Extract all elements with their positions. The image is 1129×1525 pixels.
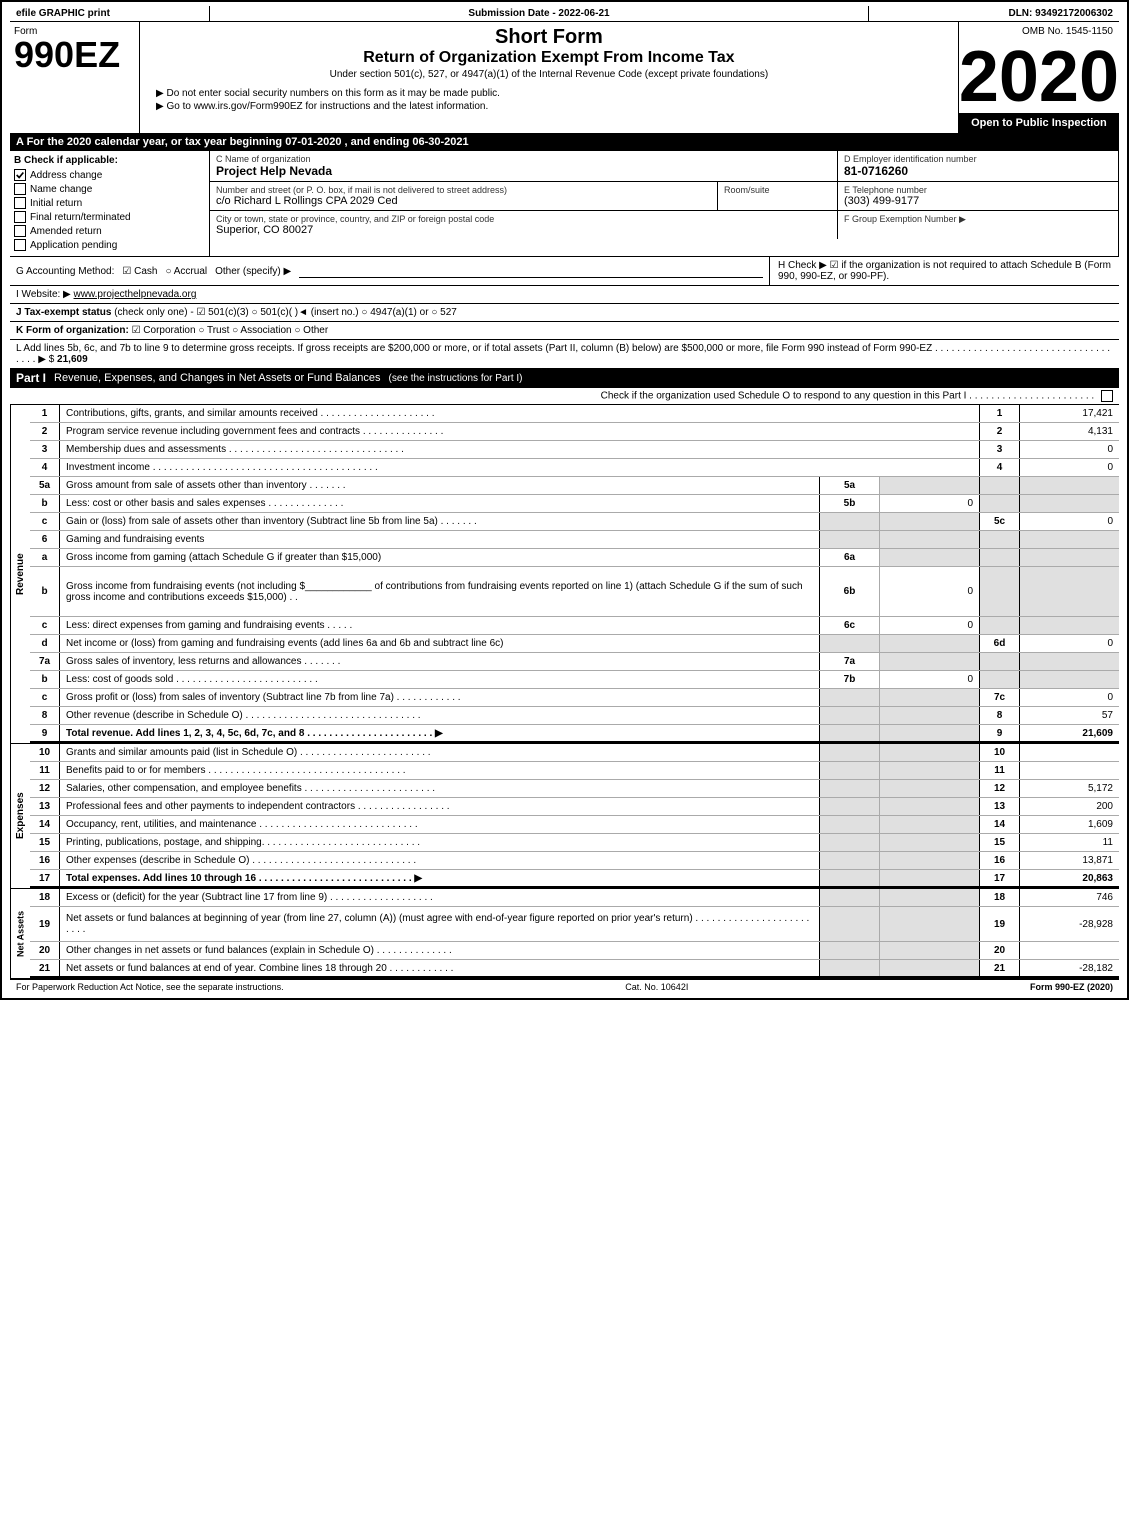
- check-h-box: H Check ▶ ☑ if the organization is not r…: [769, 257, 1119, 285]
- form-org-row: K Form of organization: ☑ Corporation ○ …: [10, 322, 1119, 340]
- table-row: b Gross income from fundraising events (…: [30, 567, 1119, 617]
- schedule-o-checkbox[interactable]: [1101, 390, 1113, 402]
- accounting-method-row: G Accounting Method: ☑ Cash ○ Accrual Ot…: [10, 257, 769, 285]
- table-row: c Gain or (loss) from sale of assets oth…: [30, 513, 1119, 531]
- application-pending-check[interactable]: Application pending: [14, 238, 205, 252]
- section-b: B Check if applicable: Address change Na…: [10, 151, 210, 256]
- note-l-row: L Add lines 5b, 6c, and 7b to line 9 to …: [10, 340, 1119, 369]
- final-return-check[interactable]: Final return/terminated: [14, 210, 205, 224]
- application-pending-checkbox[interactable]: [14, 239, 26, 251]
- table-row: 16 Other expenses (describe in Schedule …: [30, 852, 1119, 870]
- table-row: 19 Net assets or fund balances at beginn…: [30, 907, 1119, 942]
- group-exempt-box: F Group Exemption Number ▶: [838, 211, 1118, 239]
- table-row: 2 Program service revenue including gove…: [30, 423, 1119, 441]
- form-number-box: Form 990EZ: [10, 22, 140, 133]
- amended-return-checkbox[interactable]: [14, 225, 26, 237]
- org-name-box: C Name of organization Project Help Neva…: [210, 151, 838, 181]
- final-return-checkbox[interactable]: [14, 211, 26, 223]
- expenses-label: Expenses: [10, 744, 30, 888]
- ein-box: D Employer identification number 81-0716…: [838, 151, 1118, 181]
- header-main: Short Form Return of Organization Exempt…: [140, 22, 959, 133]
- table-row: 3 Membership dues and assessments . . . …: [30, 441, 1119, 459]
- initial-return-check[interactable]: Initial return: [14, 196, 205, 210]
- net-assets-section: Net Assets 18 Excess or (deficit) for th…: [10, 889, 1119, 979]
- table-row: c Less: direct expenses from gaming and …: [30, 617, 1119, 635]
- dln-label: DLN: 93492172006302: [869, 6, 1119, 21]
- table-row: 20 Other changes in net assets or fund b…: [30, 942, 1119, 960]
- table-row: 9 Total revenue. Add lines 1, 2, 3, 4, 5…: [30, 725, 1119, 743]
- net-assets-label: Net Assets: [10, 889, 30, 978]
- revenue-section: Revenue 1 Contributions, gifts, grants, …: [10, 405, 1119, 744]
- table-row: 5a Gross amount from sale of assets othe…: [30, 477, 1119, 495]
- table-row: 8 Other revenue (describe in Schedule O)…: [30, 707, 1119, 725]
- revenue-label: Revenue: [10, 405, 30, 743]
- open-to-public-badge: Open to Public Inspection: [959, 113, 1119, 133]
- year-box: OMB No. 1545-1150 2020 Open to Public In…: [959, 22, 1119, 133]
- address-change-check[interactable]: Address change: [14, 168, 205, 182]
- table-row: 21 Net assets or fund balances at end of…: [30, 960, 1119, 978]
- table-row: 11 Benefits paid to or for members . . .…: [30, 762, 1119, 780]
- footer: For Paperwork Reduction Act Notice, see …: [10, 979, 1119, 994]
- city-state-box: City or town, state or province, country…: [210, 211, 838, 239]
- table-row: 1 Contributions, gifts, grants, and simi…: [30, 405, 1119, 423]
- table-row: a Gross income from gaming (attach Sched…: [30, 549, 1119, 567]
- table-row: 18 Excess or (deficit) for the year (Sub…: [30, 889, 1119, 907]
- address-change-checkbox[interactable]: [14, 169, 26, 181]
- table-row: d Net income or (loss) from gaming and f…: [30, 635, 1119, 653]
- table-row: 10 Grants and similar amounts paid (list…: [30, 744, 1119, 762]
- expenses-section: Expenses 10 Grants and similar amounts p…: [10, 744, 1119, 889]
- table-row: 4 Investment income . . . . . . . . . . …: [30, 459, 1119, 477]
- table-row: c Gross profit or (loss) from sales of i…: [30, 689, 1119, 707]
- table-row: 17 Total expenses. Add lines 10 through …: [30, 870, 1119, 888]
- tax-exempt-row: J Tax-exempt status (check only one) - ☑…: [10, 304, 1119, 322]
- room-box: Room/suite: [718, 182, 838, 210]
- table-row: 13 Professional fees and other payments …: [30, 798, 1119, 816]
- do-not-enter-notice: ▶ Do not enter social security numbers o…: [156, 88, 950, 99]
- efile-label: efile GRAPHIC print: [10, 6, 210, 21]
- initial-return-checkbox[interactable]: [14, 197, 26, 209]
- schedule-o-check-row: Check if the organization used Schedule …: [10, 388, 1119, 405]
- part1-header: Part I Revenue, Expenses, and Changes in…: [10, 369, 1119, 388]
- name-change-checkbox[interactable]: [14, 183, 26, 195]
- tax-year-row: A For the 2020 calendar year, or tax yea…: [10, 134, 1119, 151]
- table-row: 14 Occupancy, rent, utilities, and maint…: [30, 816, 1119, 834]
- submission-date: Submission Date - 2022-06-21: [210, 6, 869, 21]
- amended-return-check[interactable]: Amended return: [14, 224, 205, 238]
- website-row: I Website: ▶ www.projecthelpnevada.org: [10, 286, 1119, 304]
- address-box: Number and street (or P. O. box, if mail…: [210, 182, 718, 210]
- table-row: b Less: cost or other basis and sales ex…: [30, 495, 1119, 513]
- table-row: b Less: cost of goods sold . . . . . . .…: [30, 671, 1119, 689]
- table-row: 15 Printing, publications, postage, and …: [30, 834, 1119, 852]
- table-row: 6 Gaming and fundraising events: [30, 531, 1119, 549]
- phone-box: E Telephone number (303) 499-9177: [838, 182, 1118, 210]
- table-row: 12 Salaries, other compensation, and emp…: [30, 780, 1119, 798]
- table-row: 7a Gross sales of inventory, less return…: [30, 653, 1119, 671]
- goto-irs-notice: ▶ Go to www.irs.gov/Form990EZ for instru…: [156, 101, 950, 112]
- name-change-check[interactable]: Name change: [14, 182, 205, 196]
